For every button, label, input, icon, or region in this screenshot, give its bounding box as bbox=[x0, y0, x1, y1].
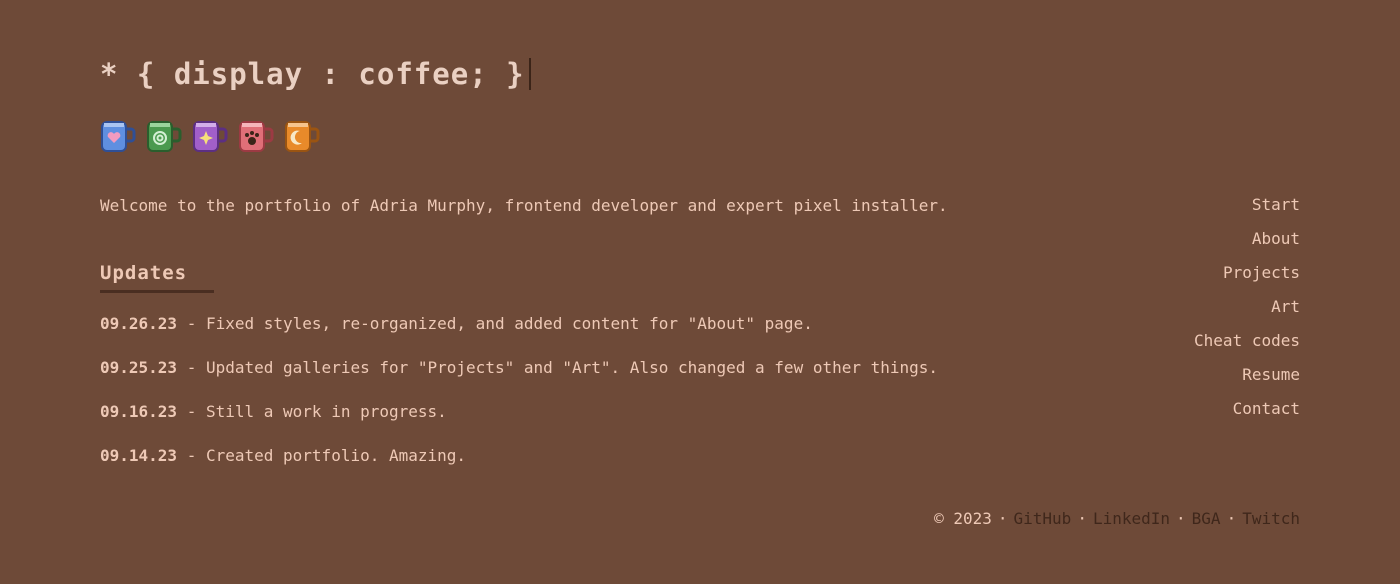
nav-item-start: Start bbox=[1194, 194, 1300, 228]
heart-mug-icon[interactable] bbox=[100, 117, 136, 153]
twitch-link[interactable]: Twitch bbox=[1242, 509, 1300, 528]
text-cursor bbox=[528, 58, 531, 90]
nav-link-resume[interactable]: Resume bbox=[1242, 365, 1300, 384]
moon-mug-icon[interactable] bbox=[284, 117, 320, 153]
update-item: 09.26.23 - Fixed styles, re-organized, a… bbox=[100, 313, 938, 357]
nav-link-cheat-codes[interactable]: Cheat codes bbox=[1194, 331, 1300, 350]
nav-link-start[interactable]: Start bbox=[1252, 195, 1300, 214]
nav-link-about[interactable]: About bbox=[1252, 229, 1300, 248]
nav-item-projects: Projects bbox=[1194, 262, 1300, 296]
nav-item-resume: Resume bbox=[1194, 364, 1300, 398]
nav-item-about: About bbox=[1194, 228, 1300, 262]
nav-item-contact: Contact bbox=[1194, 398, 1300, 432]
update-date: 09.14.23 bbox=[100, 446, 178, 465]
site-logo[interactable]: * { display : coffee; } bbox=[100, 54, 531, 94]
footer-separator: · bbox=[1226, 509, 1237, 528]
update-item: 09.16.23 - Still a work in progress. bbox=[100, 401, 938, 445]
update-date: 09.16.23 bbox=[100, 402, 178, 421]
main-nav: Start About Projects Art Cheat codes Res… bbox=[1194, 194, 1300, 432]
update-date: 09.26.23 bbox=[100, 314, 178, 333]
footer-separator: · bbox=[1077, 509, 1087, 528]
update-text: - Updated galleries for "Projects" and "… bbox=[177, 358, 939, 377]
footer: © 2023 · GitHub · LinkedIn · BGA · Twitch bbox=[934, 508, 1300, 530]
logo-text: * { display : coffee; } bbox=[100, 57, 525, 91]
nav-item-cheat-codes: Cheat codes bbox=[1194, 330, 1300, 364]
footer-separator: · bbox=[997, 509, 1008, 528]
update-text: - Fixed styles, re-organized, and added … bbox=[177, 314, 813, 333]
update-date: 09.25.23 bbox=[100, 358, 178, 377]
github-link[interactable]: GitHub bbox=[1014, 509, 1072, 528]
spiral-mug-icon[interactable] bbox=[146, 117, 182, 153]
sparkle-mug-icon[interactable] bbox=[192, 117, 228, 153]
bga-link[interactable]: BGA bbox=[1192, 509, 1221, 528]
update-text: - Still a work in progress. bbox=[177, 402, 447, 421]
footer-separator: · bbox=[1176, 509, 1186, 528]
updates-list: 09.26.23 - Fixed styles, re-organized, a… bbox=[100, 313, 938, 489]
nav-link-contact[interactable]: Contact bbox=[1233, 399, 1300, 418]
intro-text: Welcome to the portfolio of Adria Murphy… bbox=[100, 196, 948, 215]
paw-mug-icon[interactable] bbox=[238, 117, 274, 153]
nav-link-projects[interactable]: Projects bbox=[1223, 263, 1300, 282]
mug-row bbox=[100, 117, 320, 153]
update-text: - Created portfolio. Amazing. bbox=[177, 446, 467, 465]
copyright: © 2023 bbox=[934, 509, 992, 528]
linkedin-link[interactable]: LinkedIn bbox=[1093, 509, 1170, 528]
updates-heading: Updates bbox=[100, 262, 214, 293]
update-item: 09.14.23 - Created portfolio. Amazing. bbox=[100, 445, 938, 489]
update-item: 09.25.23 - Updated galleries for "Projec… bbox=[100, 357, 938, 401]
page: * { display : coffee; } Welcome to the p… bbox=[0, 0, 1400, 584]
nav-link-art[interactable]: Art bbox=[1271, 297, 1300, 316]
nav-item-art: Art bbox=[1194, 296, 1300, 330]
